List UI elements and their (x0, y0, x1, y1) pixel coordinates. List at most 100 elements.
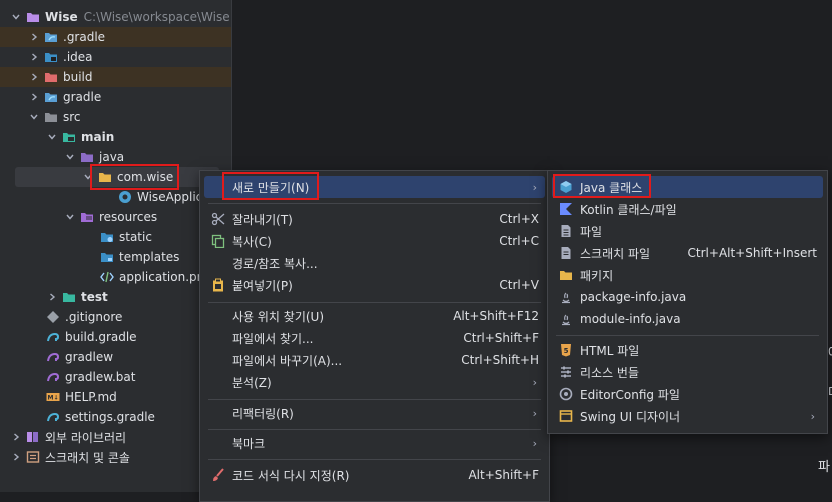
gradle-icon (46, 330, 60, 344)
java-file-icon (558, 289, 574, 305)
tree-label: application.pro (119, 270, 209, 284)
library-icon (26, 430, 40, 444)
templates-folder-icon (100, 250, 114, 264)
tree-row-resources[interactable]: resources (0, 207, 231, 227)
chevron-down-icon[interactable] (46, 131, 58, 143)
tree-row-scratches[interactable]: 스크래치 및 콘솔 (0, 447, 231, 467)
menu-separator (208, 429, 541, 430)
tree-row-java[interactable]: java (0, 147, 231, 167)
menu-separator (208, 399, 541, 400)
tree-row-gradle-cache[interactable]: .gradle (0, 27, 231, 47)
tree-label: gradlew.bat (65, 370, 136, 384)
test-folder-icon (62, 290, 76, 304)
tree-row-wiseapplication[interactable]: WiseApplic (0, 187, 231, 207)
tree-label: gradlew (65, 350, 114, 364)
chevron-down-icon[interactable] (10, 11, 22, 23)
chevron-down-icon[interactable] (28, 111, 40, 123)
web-folder-icon (100, 230, 114, 244)
submenu-arrow-icon: › (532, 436, 537, 450)
editor-text-fragment: 다 (828, 382, 832, 401)
menu-separator (208, 459, 541, 460)
tree-row-project[interactable]: Wise C:\Wise\workspace\Wise (0, 7, 231, 27)
editorconfig-icon (558, 386, 574, 402)
tree-label: .idea (63, 50, 93, 64)
menu-item-cut[interactable]: 잘라내기(T) Ctrl+X (204, 208, 545, 230)
excluded-folder-icon (44, 70, 58, 84)
project-folder-icon (26, 10, 40, 24)
menu-item-find-in-files[interactable]: 파일에서 찾기... Ctrl+Shift+F (204, 327, 545, 349)
project-tree: Wise C:\Wise\workspace\Wise .gradle .ide… (0, 0, 232, 492)
tree-row-build[interactable]: build (0, 67, 231, 87)
tree-row-test[interactable]: test (0, 287, 231, 307)
tree-row-application-properties[interactable]: application.pro (0, 267, 231, 287)
submenu-item-editorconfig[interactable]: EditorConfig 파일 (552, 383, 823, 405)
submenu-item-swing-ui[interactable]: Swing UI 디자이너 › (552, 405, 823, 427)
tree-label: HELP.md (65, 390, 117, 404)
tree-row-static[interactable]: static (0, 227, 231, 247)
menu-item-copy[interactable]: 복사(C) Ctrl+C (204, 230, 545, 252)
gradle-icon (46, 350, 60, 364)
tree-row-templates[interactable]: templates (0, 247, 231, 267)
submenu-item-module-info[interactable]: module-info.java (552, 308, 823, 330)
scratch-file-icon (558, 245, 574, 261)
submenu-item-scratch-file[interactable]: 스크래치 파일 Ctrl+Alt+Shift+Insert (552, 242, 823, 264)
menu-item-find-usages[interactable]: 사용 위치 찾기(U) Alt+Shift+F12 (204, 305, 545, 327)
menu-item-copy-path[interactable]: 경로/참조 복사... (204, 252, 545, 274)
chevron-right-icon[interactable] (28, 91, 40, 103)
html-icon: 5 (558, 342, 574, 358)
tree-row-src[interactable]: src (0, 107, 231, 127)
menu-item-replace-in-files[interactable]: 파일에서 바꾸기(A)... Ctrl+Shift+H (204, 349, 545, 371)
tree-row-settings-gradle[interactable]: settings.gradle (0, 407, 231, 427)
properties-file-icon (100, 270, 114, 284)
submenu-item-package[interactable]: 패키지 (552, 264, 823, 286)
tree-label: resources (99, 210, 158, 224)
chevron-right-icon[interactable] (28, 71, 40, 83)
tree-row-gradle[interactable]: gradle (0, 87, 231, 107)
file-icon (558, 223, 574, 239)
tree-row-help-md[interactable]: M↓ HELP.md (0, 387, 231, 407)
menu-separator (208, 203, 541, 204)
folder-icon (44, 30, 58, 44)
menu-item-reformat-code[interactable]: 코드 서식 다시 지정(R) Alt+Shift+F (204, 464, 545, 486)
submenu-item-kotlin[interactable]: Kotlin 클래스/파일 (552, 198, 823, 220)
resource-bundle-icon (558, 364, 574, 380)
tree-row-main[interactable]: main (0, 127, 231, 147)
menu-item-analyze[interactable]: 분석(Z) › (204, 371, 545, 393)
chevron-right-icon[interactable] (46, 291, 58, 303)
submenu-item-package-info[interactable]: package-info.java (552, 286, 823, 308)
tree-row-gradlew[interactable]: gradlew (0, 347, 231, 367)
tree-label: build.gradle (65, 330, 137, 344)
tree-label: gradle (63, 90, 102, 104)
java-file-icon (558, 311, 574, 327)
submenu-item-html-file[interactable]: 5 HTML 파일 (552, 339, 823, 361)
editor-text-fragment: 파 (818, 460, 830, 475)
tree-row-gitignore[interactable]: .gitignore (0, 307, 231, 327)
chevron-down-icon[interactable] (64, 211, 76, 223)
tree-row-idea[interactable]: .idea (0, 47, 231, 67)
svg-text:5: 5 (564, 347, 569, 355)
tree-row-com-wise[interactable]: com.wise (15, 167, 219, 187)
chevron-right-icon[interactable] (28, 51, 40, 63)
tree-row-external-libraries[interactable]: 외부 라이브러리 (0, 427, 231, 447)
tree-row-gradlew-bat[interactable]: gradlew.bat (0, 367, 231, 387)
chevron-right-icon[interactable] (28, 31, 40, 43)
tree-label: .gradle (63, 30, 106, 44)
menu-separator (208, 302, 541, 303)
chevron-right-icon[interactable] (10, 451, 22, 463)
menu-item-refactor[interactable]: 리팩터링(R) › (204, 402, 545, 424)
menu-item-paste[interactable]: 붙여넣기(P) Ctrl+V (204, 274, 545, 296)
submenu-item-java-class[interactable]: Java 클래스 (552, 176, 823, 198)
menu-item-bookmarks[interactable]: 북마크 › (204, 432, 545, 454)
submenu-arrow-icon: › (532, 375, 537, 389)
tree-label: 스크래치 및 콘솔 (45, 450, 130, 465)
submenu-item-resource-bundle[interactable]: 리소스 번들 (552, 361, 823, 383)
chevron-down-icon[interactable] (82, 171, 94, 183)
scissors-icon (210, 211, 226, 227)
folder-icon (44, 90, 58, 104)
chevron-down-icon[interactable] (64, 151, 76, 163)
menu-item-new[interactable]: 새로 만들기(N) › (204, 176, 545, 198)
chevron-right-icon[interactable] (10, 431, 22, 443)
tree-row-build-gradle[interactable]: build.gradle (0, 327, 231, 347)
submenu-item-file[interactable]: 파일 (552, 220, 823, 242)
java-class-icon (558, 179, 574, 195)
